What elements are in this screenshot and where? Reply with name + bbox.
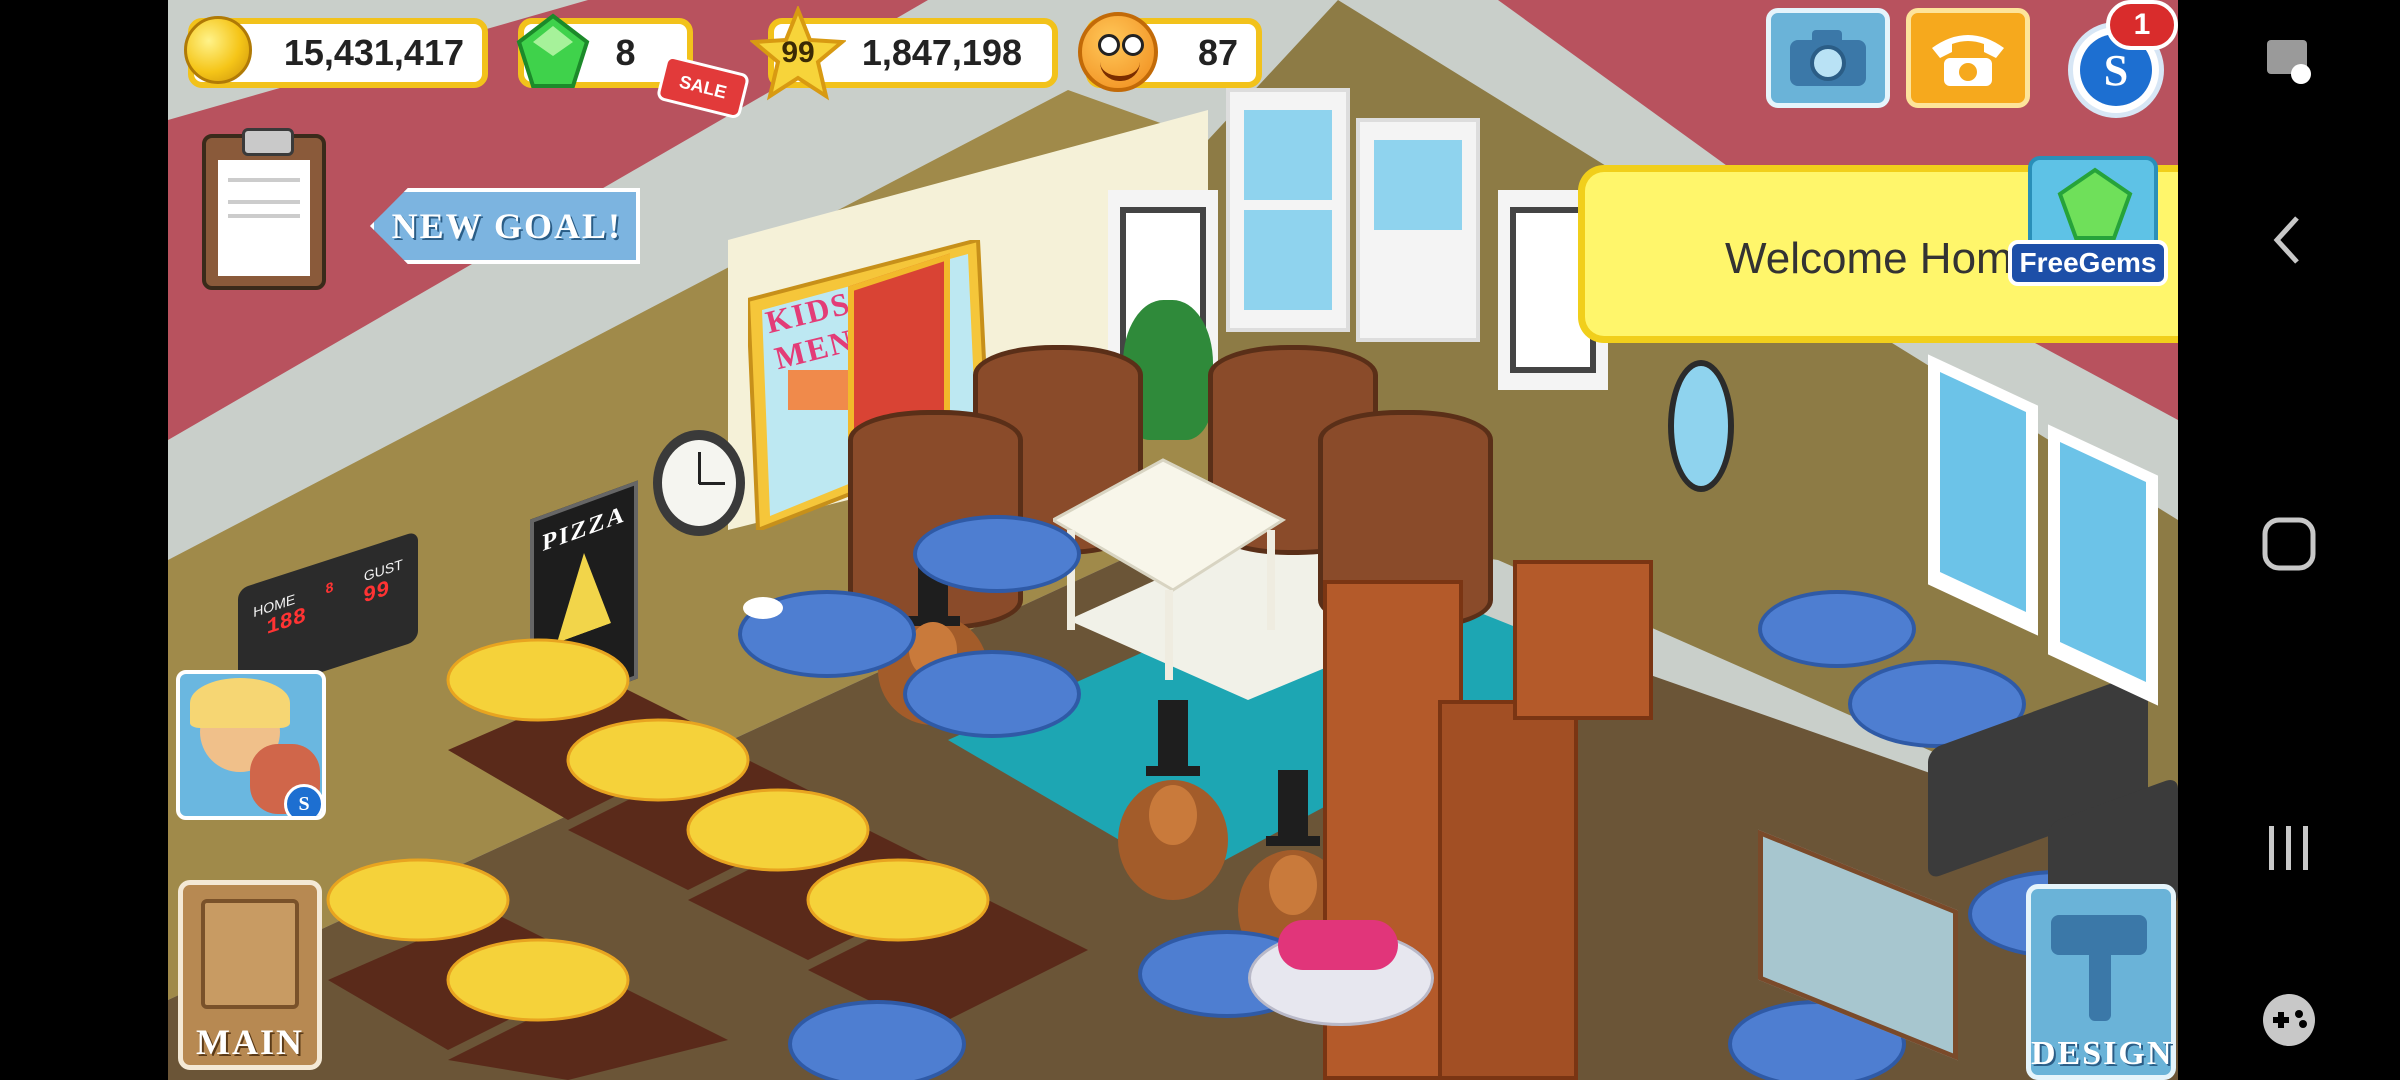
game-tools-icon[interactable] xyxy=(2178,980,2400,1060)
camera-icon xyxy=(1790,30,1866,86)
wall-clock[interactable] xyxy=(653,430,745,536)
screenshot-tool-icon[interactable] xyxy=(2178,20,2400,100)
wooden-pillar[interactable] xyxy=(1513,560,1653,720)
system-navigation-bar xyxy=(2178,0,2400,1080)
gems-value: 8 xyxy=(615,32,636,73)
coins-value: 15,431,417 xyxy=(283,32,464,73)
game-viewport[interactable]: KIDS MENU PIZZA HOME 8 GUST 188 99 15,43… xyxy=(168,0,2178,1080)
pancake-plate[interactable] xyxy=(913,515,1081,593)
social-s-icon: S xyxy=(284,784,322,816)
gem-icon xyxy=(2057,167,2133,240)
happiness-value: 87 xyxy=(1197,32,1238,73)
goals-clipboard-button[interactable] xyxy=(202,128,326,290)
sale-badge-label: SALE xyxy=(677,71,729,103)
design-label: DESIGN xyxy=(2031,1035,2174,1072)
breakfast-plate[interactable] xyxy=(903,650,1081,738)
experience-value: 1,847,198 xyxy=(861,32,1022,73)
welcome-message: Welcome Hom xyxy=(1725,234,2013,283)
player-avatar[interactable]: S xyxy=(176,670,326,820)
notification-count: 1 xyxy=(2133,8,2151,41)
new-goal-banner[interactable]: NEW GOAL! xyxy=(370,188,640,264)
new-goal-label: NEW GOAL! xyxy=(391,206,622,246)
smiley-icon xyxy=(1078,12,1158,92)
free-gems-button[interactable]: FreeGems xyxy=(2008,130,2178,290)
clipboard-paper xyxy=(218,160,310,276)
back-icon[interactable] xyxy=(2178,200,2400,280)
camera-button[interactable] xyxy=(1766,8,1890,108)
level-value: 99 xyxy=(781,36,815,69)
phone-icon xyxy=(1932,35,2004,86)
gem-icon xyxy=(516,13,590,88)
recent-apps-icon[interactable] xyxy=(2178,808,2400,888)
free-gems-label: FreeGems xyxy=(2008,240,2168,286)
clipboard-clip-icon xyxy=(242,128,294,156)
wooden-pillar[interactable] xyxy=(1438,700,1578,1080)
home-icon[interactable] xyxy=(2178,504,2400,584)
clipboard-icon xyxy=(201,899,299,1009)
cupcakes xyxy=(1278,920,1398,970)
breakfast-plate[interactable] xyxy=(1758,590,1916,668)
notification-badge[interactable]: 1 xyxy=(2106,0,2178,50)
fried-egg xyxy=(743,597,783,619)
wall-mirror[interactable] xyxy=(1668,360,1734,492)
design-button[interactable]: DESIGN xyxy=(2026,884,2176,1080)
main-menu-button[interactable]: MAIN xyxy=(178,880,322,1070)
coin-icon xyxy=(184,16,252,84)
main-label: MAIN xyxy=(196,1022,304,1062)
pancake-plate[interactable] xyxy=(788,1000,966,1080)
phone-button[interactable] xyxy=(1906,8,2030,108)
hammer-icon xyxy=(2051,915,2147,1021)
